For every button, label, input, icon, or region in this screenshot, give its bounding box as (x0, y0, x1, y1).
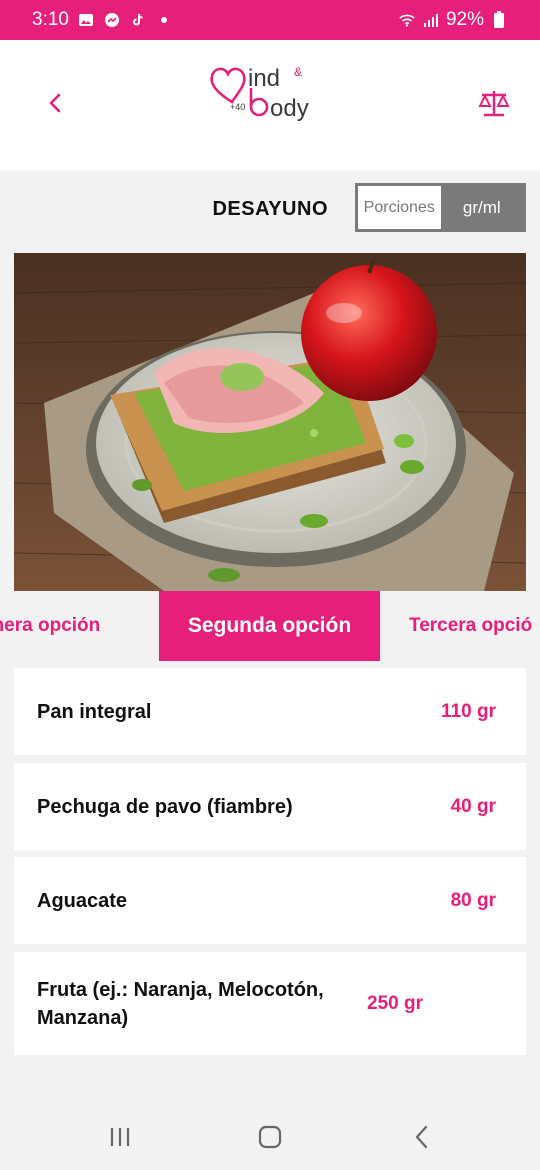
gallery-icon (77, 11, 95, 29)
logo-text-bottom: ody (270, 95, 309, 122)
scale-button[interactable] (474, 86, 514, 120)
ingredient-row: Pan integral 110 gr (14, 668, 526, 755)
home-button[interactable] (250, 1120, 290, 1154)
tiktok-icon (129, 11, 147, 29)
status-bar: 3:10 92% (0, 0, 540, 40)
ingredient-name: Aguacate (37, 889, 128, 912)
dot-icon (155, 11, 173, 29)
tab-first-option[interactable]: imera opción (0, 591, 152, 661)
logo-ampersand: & (294, 65, 302, 79)
meal-title: DESAYUNO (212, 198, 328, 220)
ingredient-name: Pechuga de pavo (fiambre) (37, 795, 293, 818)
system-back-button[interactable] (402, 1120, 442, 1154)
battery-percent: 92% (445, 9, 484, 30)
battery-icon (490, 11, 508, 29)
wifi-icon (398, 11, 416, 29)
mind-body-logo: ind & ody +40 (210, 65, 309, 122)
logo-text-small: +40 (230, 102, 245, 112)
ingredient-row: Aguacate 80 gr (14, 857, 526, 944)
system-nav-bar (0, 1102, 540, 1170)
ingredient-name: Pan integral (37, 700, 152, 723)
unit-toggle: Porciones gr/ml (355, 183, 526, 232)
ingredient-quantity: 80 gr (450, 889, 496, 911)
recent-apps-button[interactable] (100, 1120, 140, 1154)
ingredient-row: Pechuga de pavo (fiambre) 40 gr (14, 763, 526, 850)
back-button[interactable] (38, 86, 72, 120)
chevron-left-icon (49, 93, 61, 113)
back-arrow-icon (415, 1125, 428, 1149)
unit-option-grams[interactable]: gr/ml (440, 186, 523, 229)
ingredient-row: Fruta (ej.: Naranja, Melocotón, Manzana)… (14, 952, 526, 1055)
ingredient-name: Fruta (ej.: Naranja, Melocotón, Manzana) (37, 978, 324, 1029)
messenger-icon (103, 11, 121, 29)
signal-icon (422, 11, 440, 29)
unit-option-portions[interactable]: Porciones (358, 186, 441, 229)
option-tabs: imera opción Segunda opción Tercera opci… (0, 591, 540, 661)
logo-text-top: ind (248, 65, 280, 92)
ingredient-quantity: 250 gr (367, 992, 423, 1014)
status-right: 92% (398, 9, 508, 31)
ingredient-quantity: 110 gr (441, 700, 496, 722)
app-header: ind & ody +40 (0, 40, 540, 170)
tab-third-option[interactable]: Tercera opció (409, 591, 540, 661)
tab-second-option[interactable]: Segunda opción (159, 591, 380, 661)
home-icon (258, 1125, 282, 1149)
status-time: 3:10 (32, 9, 69, 30)
scale-icon (478, 91, 510, 117)
ingredient-quantity: 40 gr (450, 795, 496, 817)
meal-photo (14, 253, 526, 591)
recent-apps-icon (110, 1128, 130, 1146)
status-left: 3:10 (32, 9, 173, 31)
